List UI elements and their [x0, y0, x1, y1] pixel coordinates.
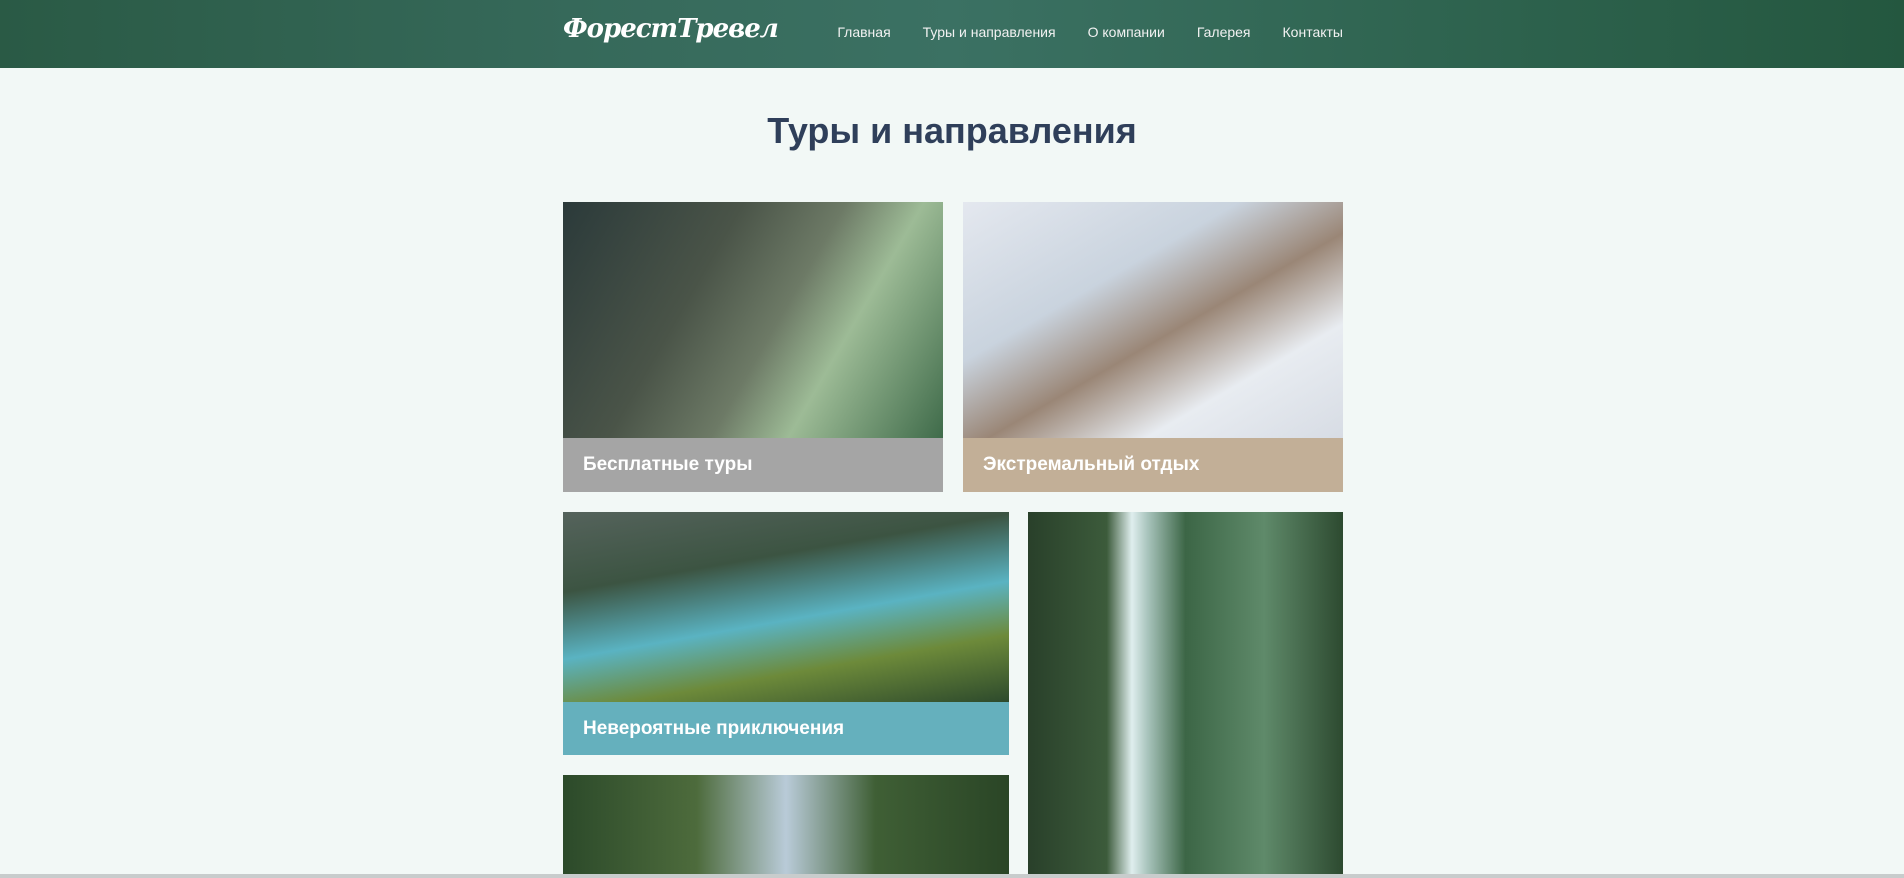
main-nav: Главная Туры и направления О компании Га… — [837, 24, 1343, 40]
site-header: ФорестТревел Главная Туры и направления … — [0, 0, 1904, 68]
scrollbar-track — [0, 874, 1904, 878]
tour-card-forest-hike[interactable] — [563, 775, 1009, 878]
snowy-mountain-climbers-image — [963, 202, 1343, 438]
waterfall-image — [1028, 512, 1343, 878]
logo[interactable]: ФорестТревел — [563, 14, 779, 44]
nav-gallery[interactable]: Галерея — [1197, 24, 1251, 40]
tour-card-waterfall[interactable] — [1028, 512, 1343, 878]
card-caption: Невероятные приключения — [563, 702, 1009, 755]
tour-card-free[interactable]: Бесплатные туры — [563, 202, 943, 492]
forest-hikers-image — [563, 775, 1009, 878]
nav-about[interactable]: О компании — [1088, 24, 1165, 40]
card-caption: Экстремальный отдых — [963, 438, 1343, 492]
nav-contacts[interactable]: Контакты — [1283, 24, 1343, 40]
mountain-lake-image — [563, 512, 1009, 702]
page-title: Туры и направления — [767, 110, 1137, 151]
tour-card-extreme[interactable]: Экстремальный отдых — [963, 202, 1343, 492]
card-caption: Бесплатные туры — [563, 438, 943, 492]
nav-tours[interactable]: Туры и направления — [923, 24, 1056, 40]
tour-card-adventures[interactable]: Невероятные приключения — [563, 512, 1009, 755]
camping-tent-image — [563, 202, 943, 438]
nav-home[interactable]: Главная — [837, 24, 890, 40]
